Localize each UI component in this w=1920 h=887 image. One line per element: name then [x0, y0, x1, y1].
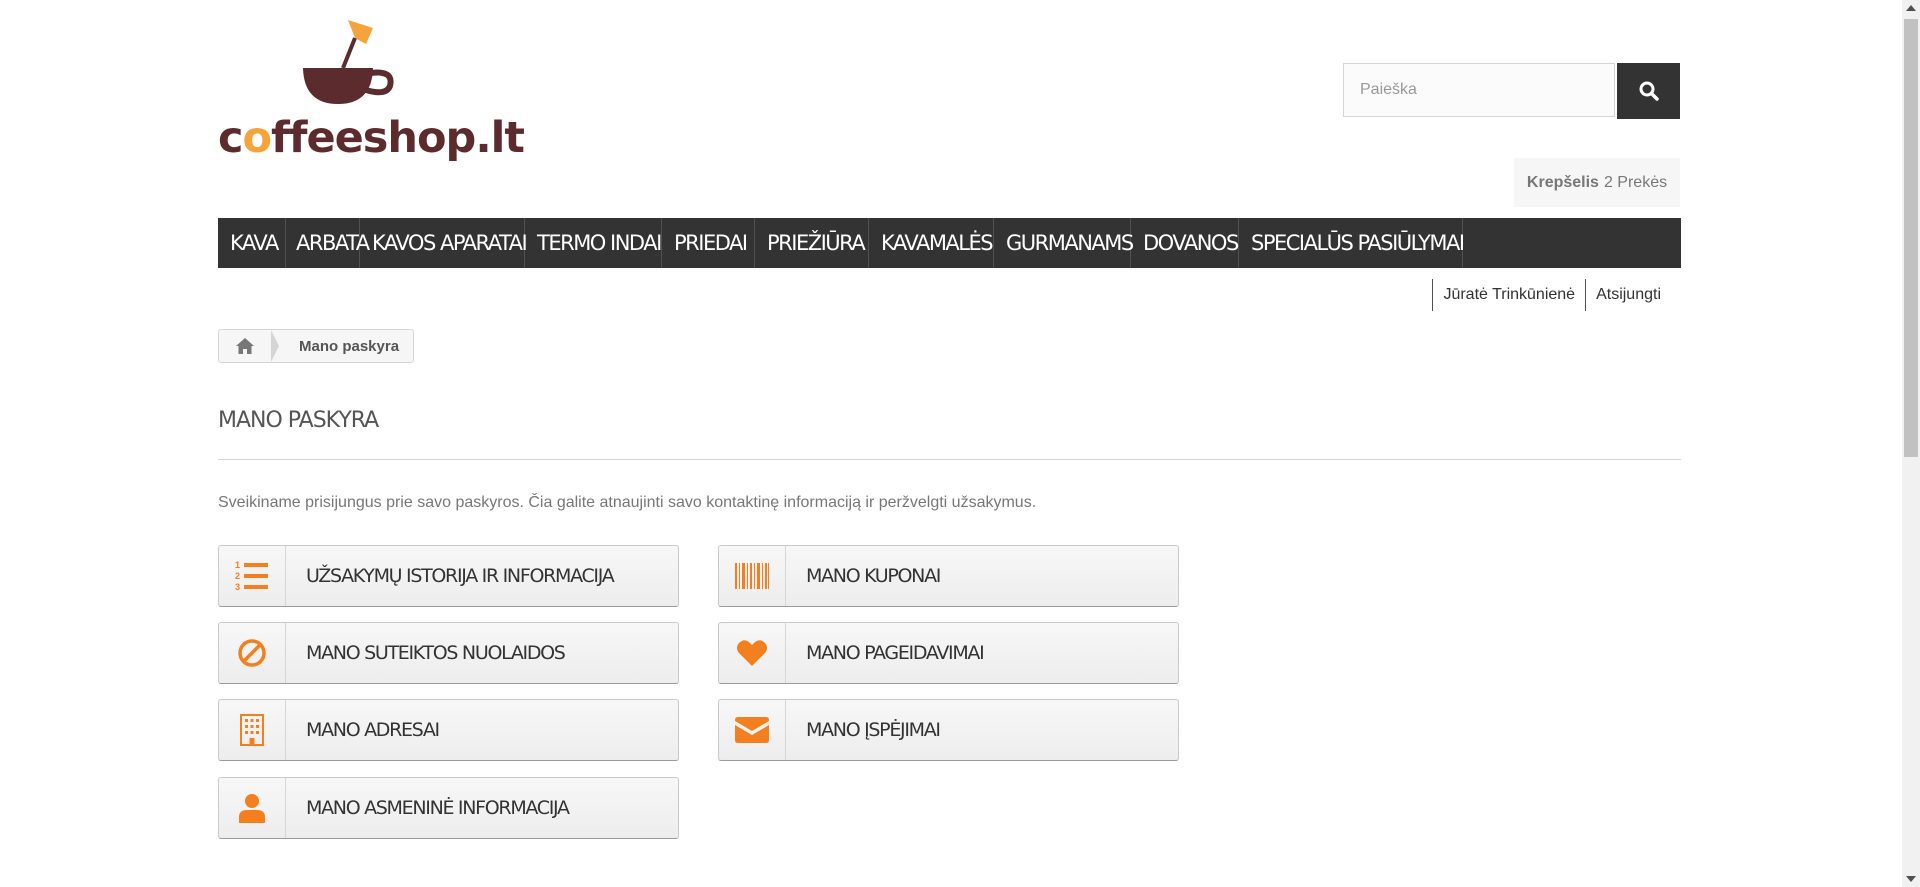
user-icon	[239, 794, 265, 823]
svg-text:1: 1	[235, 560, 240, 570]
menu-item-kavamales[interactable]: KAVAMALĖS	[869, 218, 994, 268]
wishlist-label: MANO PAGEIDAVIMAI	[806, 642, 985, 664]
menu-item-arbata[interactable]: ARBATA	[286, 218, 370, 268]
menu-item-kavos-aparatai[interactable]: KAVOS APARATAI	[360, 218, 528, 268]
search-button[interactable]	[1617, 63, 1680, 119]
alerts-label: MANO ĮSPĖJIMAI	[806, 719, 941, 741]
envelope-icon	[735, 717, 769, 743]
breadcrumb-home[interactable]	[219, 330, 279, 362]
menu-item-termo-indai[interactable]: TERMO INDAI	[525, 218, 662, 268]
list-ol-icon: 123	[235, 560, 268, 592]
coffee-cup-icon	[303, 20, 394, 104]
svg-text:2: 2	[235, 571, 240, 581]
menu-item-priedai[interactable]: PRIEDAI	[662, 218, 755, 268]
discounts-label: MANO SUTEIKTOS NUOLAIDOS	[306, 642, 566, 664]
ban-icon	[238, 639, 266, 667]
search-icon	[1639, 81, 1659, 101]
scroll-down-arrow[interactable]	[1906, 876, 1916, 882]
page-title: MANO PASKYRA	[218, 408, 379, 433]
alerts-button[interactable]: MANO ĮSPĖJIMAI	[718, 699, 1179, 761]
discounts-button[interactable]: MANO SUTEIKTOS NUOLAIDOS	[218, 622, 679, 684]
breadcrumb: Mano paskyra	[218, 329, 415, 363]
title-divider	[218, 459, 1681, 460]
scroll-up-arrow[interactable]	[1906, 5, 1916, 11]
menu-item-specialus-pasiulymai[interactable]: SPECIALŪS PASIŪLYMAI	[1239, 218, 1465, 268]
building-icon	[240, 714, 264, 746]
coupons-button[interactable]: MANO KUPONAI	[718, 545, 1179, 607]
search-input[interactable]	[1343, 63, 1615, 117]
cart-count: 2 Prekės	[1603, 173, 1668, 191]
user-nav: Jūratė Trinkūnienė Atsijungti	[1432, 279, 1671, 311]
scroll-thumb[interactable]	[1904, 19, 1918, 457]
menu-item-kava[interactable]: KAVA	[218, 218, 286, 268]
logo-wordmark: coffeeshop.lt	[218, 113, 525, 163]
page-container: coffeeshop.lt Krepšelis 2 Prekės KAVA AR…	[218, 0, 1681, 887]
menu-item-prieziura[interactable]: PRIEŽIŪRA	[755, 218, 869, 268]
welcome-text: Sveikiname prisijungus prie savo paskyro…	[218, 494, 1037, 511]
breadcrumb-current: Mano paskyra	[299, 337, 400, 355]
page-scrollbar[interactable]	[1902, 0, 1920, 887]
cart-button[interactable]: Krepšelis 2 Prekės	[1514, 158, 1680, 207]
order-history-button[interactable]: 123 UŽSAKYMŲ ISTORIJA IR INFORMACIJA	[218, 545, 679, 607]
menu-item-dovanos[interactable]: DOVANOS	[1131, 218, 1239, 268]
coffeeshop-logo[interactable]: coffeeshop.lt	[218, 18, 525, 163]
personal-info-label: MANO ASMENINĖ INFORMACIJA	[306, 797, 570, 819]
home-icon	[236, 338, 254, 354]
logout-link[interactable]: Atsijungti	[1585, 279, 1671, 311]
user-account-link[interactable]: Jūratė Trinkūnienė	[1432, 279, 1585, 311]
order-history-label: UŽSAKYMŲ ISTORIJA IR INFORMACIJA	[306, 565, 615, 587]
personal-info-button[interactable]: MANO ASMENINĖ INFORMACIJA	[218, 777, 679, 839]
barcode-icon	[735, 563, 769, 589]
menu-item-gurmanams[interactable]: GURMANAMS	[994, 218, 1134, 268]
cart-label: Krepšelis	[1526, 173, 1599, 191]
svg-text:3: 3	[235, 582, 240, 592]
wishlist-button[interactable]: MANO PAGEIDAVIMAI	[718, 622, 1179, 684]
main-menu: KAVA ARBATA KAVOS APARATAI TERMO INDAI P…	[218, 218, 1681, 268]
addresses-label: MANO ADRESAI	[306, 719, 440, 741]
coupons-label: MANO KUPONAI	[806, 565, 941, 587]
addresses-button[interactable]: MANO ADRESAI	[218, 699, 679, 761]
heart-icon	[737, 640, 767, 666]
